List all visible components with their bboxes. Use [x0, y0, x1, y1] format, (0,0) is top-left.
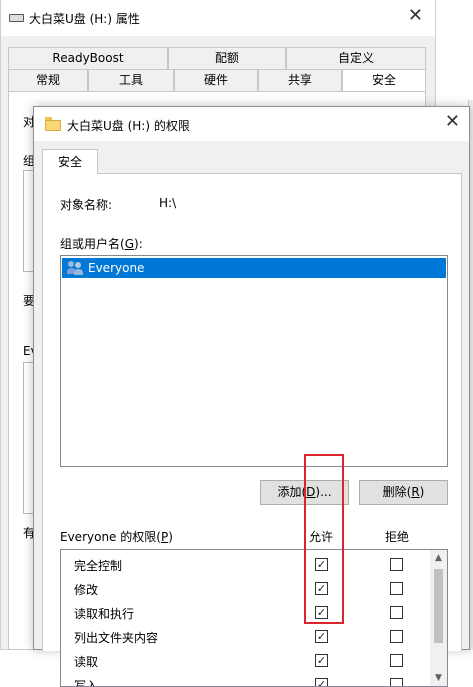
user-name: Everyone — [88, 261, 145, 275]
deny-checkbox-full-control[interactable] — [390, 558, 403, 571]
permission-name: 列出文件夹内容 — [74, 631, 159, 645]
deny-checkbox-read[interactable] — [390, 654, 403, 667]
permission-name: 写入 — [74, 679, 99, 687]
permission-name: 读取和执行 — [74, 607, 135, 621]
users-icon — [67, 261, 85, 275]
deny-checkbox-list-folder[interactable] — [390, 630, 403, 643]
properties-tabs-row2: 常规 工具 硬件 共享 安全 — [8, 69, 426, 91]
allow-checkbox-read[interactable]: ✓ — [315, 654, 328, 667]
deny-header: 拒绝 — [385, 530, 410, 544]
tab-quota[interactable]: 配额 — [168, 47, 286, 69]
list-item-everyone[interactable]: Everyone — [62, 258, 446, 278]
permissions-title: 大白菜U盘 (H:) 的权限 — [67, 119, 190, 133]
scroll-up-icon[interactable]: ▲ — [430, 553, 447, 563]
tab-security[interactable]: 安全 — [342, 69, 426, 91]
properties-tabs-row1: ReadyBoost 配额 自定义 — [8, 47, 426, 69]
properties-title: 大白菜U盘 (H:) 属性 — [29, 12, 140, 26]
folder-icon — [45, 117, 61, 131]
security-panel: 对象名称: H:\ 组或用户名(G): Everyone 添加(D)... 删除… — [42, 173, 462, 687]
permissions-titlebar: 大白菜U盘 (H:) 的权限 ✕ — [34, 107, 469, 141]
tab-tools[interactable]: 工具 — [88, 69, 174, 91]
permissions-dialog: 大白菜U盘 (H:) 的权限 ✕ 安全 对象名称: H:\ 组或用户名(G): … — [33, 106, 470, 687]
permission-row-read: 读取 ✓ — [61, 649, 447, 673]
permissions-label: Everyone 的权限(P) — [60, 530, 173, 544]
tab-sharing[interactable]: 共享 — [258, 69, 342, 91]
scrollbar-thumb[interactable] — [434, 569, 443, 643]
tab-general[interactable]: 常规 — [8, 69, 88, 91]
permission-row-list-folder: 列出文件夹内容 ✓ — [61, 625, 447, 649]
allow-column-highlight — [304, 454, 344, 624]
usb-drive-icon — [9, 14, 24, 22]
permission-row-write: 写入 ✓ — [61, 673, 447, 687]
permission-name: 完全控制 — [74, 559, 123, 573]
scroll-down-icon[interactable]: ▼ — [430, 673, 447, 683]
permission-row-modify: 修改 ✓ — [61, 577, 447, 601]
permissions-list: 完全控制 ✓ 修改 ✓ 读取和执行 ✓ 列出文件夹内容 ✓ 读取 ✓ 写入 ✓ … — [60, 549, 448, 687]
object-name-value: H:\ — [159, 196, 177, 210]
allow-checkbox-list-folder[interactable]: ✓ — [315, 630, 328, 643]
permissions-scrollbar[interactable]: ▲ ▼ — [430, 550, 447, 686]
tab-security[interactable]: 安全 — [42, 149, 98, 174]
properties-close-icon[interactable]: ✕ — [408, 5, 423, 26]
deny-checkbox-read-execute[interactable] — [390, 606, 403, 619]
tab-readyboost[interactable]: ReadyBoost — [8, 47, 168, 69]
remove-button[interactable]: 删除(R) — [359, 480, 448, 505]
object-name-label: 对象名称: — [60, 198, 113, 212]
permissions-close-icon[interactable]: ✕ — [445, 111, 460, 132]
permission-row-full-control: 完全控制 ✓ — [61, 553, 447, 577]
properties-titlebar: 大白菜U盘 (H:) 属性 ✕ — [1, 0, 435, 36]
permission-name: 修改 — [74, 583, 99, 597]
permission-name: 读取 — [74, 655, 99, 669]
deny-checkbox-write[interactable] — [390, 678, 403, 686]
permission-row-read-execute: 读取和执行 ✓ — [61, 601, 447, 625]
deny-checkbox-modify[interactable] — [390, 582, 403, 595]
group-user-list[interactable]: Everyone — [60, 255, 448, 467]
tab-hardware[interactable]: 硬件 — [174, 69, 258, 91]
group-users-label: 组或用户名(G): — [60, 237, 143, 251]
allow-checkbox-write[interactable]: ✓ — [315, 678, 328, 686]
tab-customize[interactable]: 自定义 — [286, 47, 426, 69]
